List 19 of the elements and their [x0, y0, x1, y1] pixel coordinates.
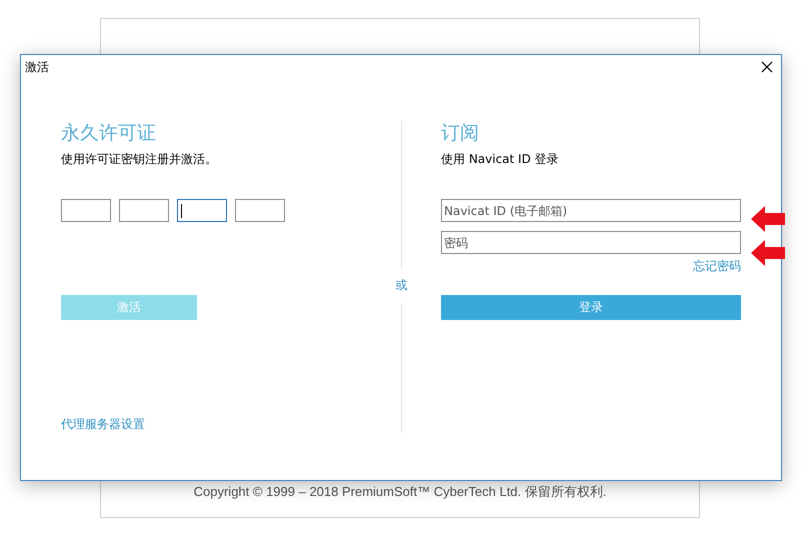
key-field[interactable] [177, 199, 227, 222]
section-title: 订阅 [441, 121, 480, 145]
key-field[interactable] [119, 199, 169, 222]
copyright-text: Copyright © 1999 – 2018 PremiumSoft™ CyberTech Ltd. 保留所有权利. [194, 483, 606, 501]
forgot-password-link[interactable]: 忘记密码 [693, 258, 741, 274]
login-button[interactable]: 登录 [441, 295, 741, 320]
window-title: 激活 [25, 58, 49, 76]
proxy-settings-link[interactable]: 代理服务器设置 [61, 416, 145, 433]
input-field[interactable]: Navicat ID (电子邮箱) [441, 199, 741, 222]
close-icon[interactable] [761, 61, 773, 73]
input-field[interactable]: 密码 [441, 231, 741, 254]
description-text: 使用 Navicat ID 登录 [441, 151, 560, 167]
pointer-arrow [751, 240, 785, 266]
key-field[interactable] [61, 199, 111, 222]
pointer-arrow [751, 206, 785, 232]
or-separator: 或 [396, 277, 408, 293]
section-title: 永久许可证 [61, 121, 157, 145]
description-text: 使用许可证密钥注册并激活。 [61, 151, 218, 167]
key-field[interactable] [235, 199, 285, 222]
